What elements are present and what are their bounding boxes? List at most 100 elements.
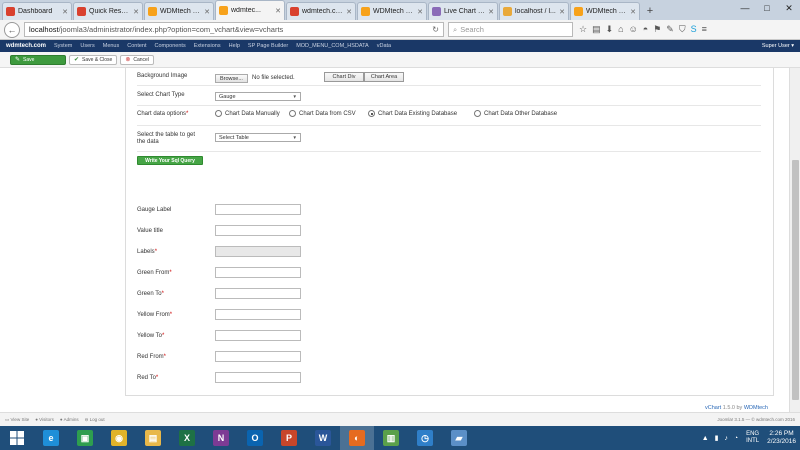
gauge-text-input[interactable] (215, 372, 301, 383)
radio-button[interactable] (215, 110, 222, 117)
chart-area-button[interactable]: Chart Area (364, 72, 404, 82)
gauge-text-input[interactable] (215, 204, 301, 215)
tab-close-icon[interactable]: ✕ (559, 8, 565, 16)
taskbar-app[interactable]: X (170, 426, 204, 450)
tray-icons[interactable]: ▲ ▮ ♪ ◔ (702, 434, 740, 442)
radio-button[interactable] (368, 110, 375, 117)
site-brand[interactable]: wdmtech.com (6, 43, 46, 49)
gauge-text-input[interactable] (215, 351, 301, 362)
pen-icon[interactable]: ✎ (666, 24, 674, 35)
download-icon[interactable]: ⬇ (606, 24, 614, 35)
taskbar-app[interactable]: ◷ (408, 426, 442, 450)
chart-data-option-radio[interactable]: Chart Data Other Database (474, 110, 557, 117)
chart-type-select[interactable]: Gauge ▼ (215, 92, 301, 101)
browser-tab[interactable]: Dashboard ✕ (2, 2, 72, 20)
menu-icon[interactable]: ≡ (702, 24, 707, 35)
browser-tab[interactable]: WDMtech S... ✕ (144, 2, 214, 20)
admin-menu-item[interactable]: Content (127, 43, 146, 49)
tab-close-icon[interactable]: ✕ (630, 8, 636, 16)
status-link[interactable]: ● Admins (60, 417, 79, 422)
tab-close-icon[interactable]: ✕ (62, 8, 68, 16)
tab-close-icon[interactable]: ✕ (346, 8, 352, 16)
browser-tab[interactable]: wdmtec... ✕ (215, 0, 285, 20)
taskbar-app[interactable]: N (204, 426, 238, 450)
address-bar[interactable]: localhost/joomla3/administrator/index.ph… (24, 22, 444, 37)
browser-tab[interactable]: WDMtech S... ✕ (357, 2, 427, 20)
reading-list-icon[interactable]: ▤ (592, 24, 601, 35)
flag-icon[interactable]: ⚑ (653, 24, 661, 35)
maximize-button[interactable]: □ (756, 0, 778, 16)
chart-div-button[interactable]: Chart Div (324, 72, 364, 82)
admin-menu-item[interactable]: MOD_MENU_COM_HSDATA (296, 43, 369, 49)
browser-tab[interactable]: wdmtech.co... ✕ (286, 2, 356, 20)
start-button[interactable] (0, 426, 34, 450)
chart-data-option-radio[interactable]: Chart Data from CSV (289, 110, 356, 117)
browser-tab[interactable]: WDMtech S... ✕ (570, 2, 640, 20)
tab-close-icon[interactable]: ✕ (204, 8, 210, 16)
tab-close-icon[interactable]: ✕ (133, 8, 139, 16)
bookmark-star-icon[interactable]: ☆ (579, 24, 587, 35)
chart-data-option-radio[interactable]: Chart Data Manually (215, 110, 280, 117)
browser-tab[interactable]: Live Chart Pr... ✕ (428, 2, 498, 20)
new-tab-button[interactable]: + (643, 4, 657, 18)
admin-menu-item[interactable]: Users (80, 43, 94, 49)
browser-tab[interactable]: Quick Reserv...✕ (73, 2, 143, 20)
back-button[interactable]: ← (4, 21, 20, 38)
save-button[interactable]: ✎ Save (10, 54, 66, 65)
browser-tab[interactable]: localhost / l... ✕ (499, 2, 569, 20)
reload-icon[interactable]: ↻ (432, 25, 439, 34)
radio-button[interactable] (289, 110, 296, 117)
wdmtech-link[interactable]: WDMtech (744, 405, 768, 411)
tab-close-icon[interactable]: ✕ (417, 8, 423, 16)
gauge-text-input[interactable] (215, 225, 301, 236)
save-close-button[interactable]: ✔ Save & Close (69, 54, 118, 65)
vchart-link[interactable]: vChart (705, 405, 721, 411)
chat-icon[interactable]: ☺ (629, 24, 638, 35)
cancel-button[interactable]: ⊗ Cancel (120, 54, 154, 65)
radio-button[interactable] (474, 110, 481, 117)
tab-close-icon[interactable]: ✕ (275, 7, 281, 15)
admin-menu-item[interactable]: Help (229, 43, 240, 49)
admin-menu-item[interactable]: Components (155, 43, 186, 49)
gauge-text-input[interactable] (215, 330, 301, 341)
write-sql-query-button[interactable]: Write Your Sql Query (137, 156, 203, 165)
status-link[interactable]: ▭ View Site (5, 417, 29, 423)
taskbar-app[interactable]: e (34, 426, 68, 450)
admin-menu-item[interactable]: Extensions (194, 43, 221, 49)
taskbar-app[interactable]: P (272, 426, 306, 450)
taskbar-app[interactable]: ▣ (68, 426, 102, 450)
credit-version: 1.5.0 by (722, 405, 743, 411)
admin-menu-item[interactable]: Menus (103, 43, 120, 49)
shield-icon[interactable]: ⛉ (679, 24, 686, 35)
gauge-text-input[interactable] (215, 288, 301, 299)
taskbar-app[interactable]: ◉ (102, 426, 136, 450)
user-menu[interactable]: Super User ▾ (762, 43, 794, 49)
taskbar-app[interactable]: ▤ (136, 426, 170, 450)
scrollbar-thumb[interactable] (792, 160, 799, 400)
status-link[interactable]: ⊖ Log out (85, 417, 105, 423)
pocket-icon[interactable]: ◓ (643, 24, 648, 35)
taskbar-app[interactable]: ▥ (374, 426, 408, 450)
taskbar-app[interactable]: O (238, 426, 272, 450)
taskbar-app[interactable]: ◐ (340, 426, 374, 450)
clock[interactable]: 2:26 PM 2/23/2016 (767, 430, 796, 446)
admin-menu-item[interactable]: vData (377, 43, 391, 49)
page-scrollbar[interactable] (789, 68, 800, 412)
taskbar-app[interactable]: ▰ (442, 426, 476, 450)
admin-menu-item[interactable]: SP Page Builder (248, 43, 288, 49)
chart-data-option-radio[interactable]: Chart Data Existing Database (368, 110, 457, 117)
select-table-dropdown[interactable]: Select Table ▼ (215, 133, 301, 142)
minimize-button[interactable]: — (734, 0, 756, 16)
browse-button[interactable]: Browse... (215, 74, 248, 83)
admin-menu-item[interactable]: System (54, 43, 72, 49)
gauge-text-input[interactable] (215, 309, 301, 320)
close-window-button[interactable]: ✕ (778, 0, 800, 16)
search-input[interactable]: ⌕ Search (448, 22, 573, 37)
gauge-text-input[interactable] (215, 267, 301, 278)
language-indicator[interactable]: ENG INTL (746, 431, 759, 445)
home-icon[interactable]: ⌂ (618, 24, 623, 35)
skype-icon[interactable]: S (691, 24, 697, 35)
status-link[interactable]: ● Visitors (35, 417, 54, 422)
tab-close-icon[interactable]: ✕ (488, 8, 494, 16)
taskbar-app[interactable]: W (306, 426, 340, 450)
